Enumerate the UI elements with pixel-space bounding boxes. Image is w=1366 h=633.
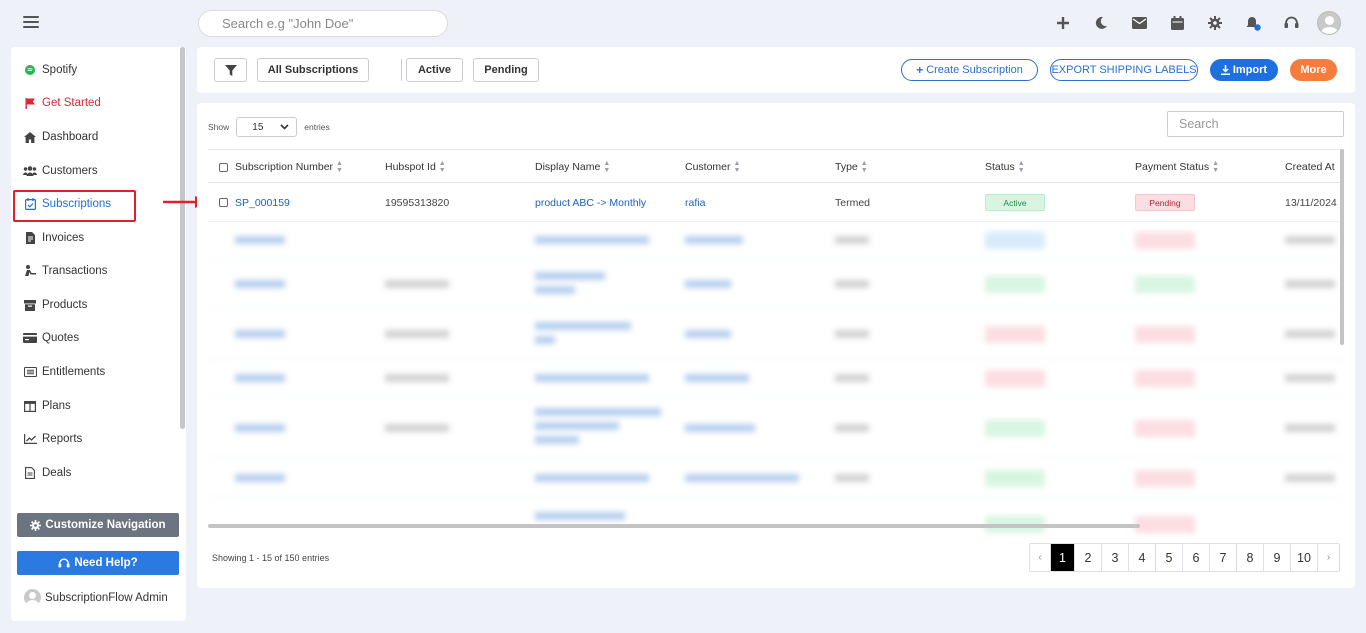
sidebar-item-transactions[interactable]: Transactions (23, 261, 107, 281)
prev-page-button[interactable]: ‹ (1030, 544, 1051, 571)
subscriptions-table-card: Show 15 entries Search Subscription Numb… (197, 103, 1355, 588)
table-row (208, 360, 1344, 398)
pending-filter-button[interactable]: Pending (473, 58, 539, 82)
card-icon (23, 332, 37, 344)
sidebar-item-label: Reports (42, 433, 83, 445)
table-row (208, 398, 1344, 458)
sidebar-item-products[interactable]: Products (23, 295, 87, 315)
page-2-button[interactable]: 2 (1075, 544, 1102, 571)
page-5-button[interactable]: 5 (1156, 544, 1183, 571)
export-shipping-labels-button[interactable]: EXPORT SHIPPING LABELS (1050, 59, 1198, 81)
columns-icon (23, 400, 37, 412)
customize-navigation-button[interactable]: Customize Navigation (17, 513, 179, 537)
admin-avatar-icon (24, 589, 41, 606)
sidebar-item-deals[interactable]: Deals (23, 463, 71, 483)
sidebar-item-quotes[interactable]: Quotes (23, 328, 79, 348)
headset-icon (58, 557, 70, 569)
mail-icon[interactable] (1120, 10, 1158, 36)
toolbar-divider (401, 59, 402, 81)
list-icon (23, 366, 37, 378)
sidebar-item-spotify[interactable]: Spotify (23, 60, 77, 80)
sidebar-item-dashboard[interactable]: Dashboard (23, 127, 98, 147)
page-10-button[interactable]: 10 (1291, 544, 1318, 571)
page-7-button[interactable]: 7 (1210, 544, 1237, 571)
page-9-button[interactable]: 9 (1264, 544, 1291, 571)
users-icon (23, 165, 37, 177)
sidebar-item-label: Dashboard (42, 131, 99, 143)
sidebar-item-customers[interactable]: Customers (23, 161, 98, 181)
hamburger-menu-icon[interactable] (23, 16, 39, 28)
home-icon (23, 131, 37, 143)
pagination: ‹ 1 2 3 4 5 6 7 8 9 10 › (1029, 543, 1340, 572)
blurred-table-rows (197, 103, 1355, 588)
sidebar-item-entitlements[interactable]: Entitlements (23, 362, 105, 382)
plus-icon: + (916, 63, 924, 77)
sidebar-item-label: Customers (42, 165, 98, 177)
page-8-button[interactable]: 8 (1237, 544, 1264, 571)
sidebar-item-label: Get Started (42, 97, 101, 109)
table-row (208, 260, 1344, 310)
page-6-button[interactable]: 6 (1183, 544, 1210, 571)
pagination-info: Showing 1 - 15 of 150 entries (212, 553, 330, 563)
need-help-button[interactable]: Need Help? (17, 551, 179, 575)
page-4-button[interactable]: 4 (1129, 544, 1156, 571)
document-icon (23, 467, 37, 479)
bell-icon[interactable] (1234, 10, 1272, 36)
sidebar-item-plans[interactable]: Plans (23, 396, 71, 416)
sidebar-item-label: Invoices (42, 232, 85, 244)
spotify-icon (23, 64, 37, 76)
sidebar-item-label: Products (42, 299, 88, 311)
plus-icon[interactable] (1044, 10, 1082, 36)
global-search-input[interactable]: Search e.g "John Doe" (198, 10, 448, 37)
download-icon (1220, 65, 1230, 75)
table-vertical-scrollbar[interactable] (1340, 149, 1344, 345)
top-icon-bar (1044, 10, 1348, 36)
gear-icon[interactable] (1196, 10, 1234, 36)
sidebar-item-label: Spotify (42, 64, 78, 76)
table-row (208, 310, 1344, 360)
create-subscription-button[interactable]: + Create Subscription (901, 59, 1038, 81)
sidebar-item-get-started[interactable]: Get Started (23, 93, 101, 113)
transfer-icon (23, 265, 37, 277)
sidebar-item-label: Deals (42, 467, 72, 479)
file-invoice-icon (23, 232, 37, 244)
table-row (208, 458, 1344, 498)
admin-name: SubscriptionFlow Admin (45, 591, 168, 604)
more-button[interactable]: More (1290, 59, 1337, 81)
table-row (208, 222, 1344, 260)
subscriptions-highlight-box (13, 190, 136, 222)
active-filter-button[interactable]: Active (406, 58, 463, 82)
import-button[interactable]: Import (1210, 59, 1278, 81)
sidebar-item-label: Entitlements (42, 366, 106, 378)
toolbar-card: All Subscriptions Active Pending + Creat… (197, 47, 1355, 93)
page-1-button[interactable]: 1 (1051, 544, 1075, 571)
moon-icon[interactable] (1082, 10, 1120, 36)
box-icon (23, 299, 37, 311)
sidebar-item-reports[interactable]: Reports (23, 429, 82, 449)
calendar-icon[interactable] (1158, 10, 1196, 36)
flag-icon (23, 97, 37, 109)
next-page-button[interactable]: › (1318, 544, 1339, 571)
gear-icon (30, 519, 42, 531)
sidebar-scrollbar[interactable] (180, 47, 185, 429)
page-3-button[interactable]: 3 (1102, 544, 1129, 571)
table-horizontal-scrollbar[interactable] (208, 524, 1140, 528)
filter-button[interactable] (214, 58, 247, 82)
user-avatar[interactable] (1310, 10, 1348, 36)
sidebar-item-invoices[interactable]: Invoices (23, 228, 84, 248)
sidebar-item-label: Transactions (42, 265, 108, 277)
sidebar-item-label: Quotes (42, 332, 80, 344)
all-subscriptions-button[interactable]: All Subscriptions (257, 58, 369, 82)
headset-icon[interactable] (1272, 10, 1310, 36)
admin-profile[interactable]: SubscriptionFlow Admin (24, 589, 168, 606)
filter-icon (224, 64, 237, 76)
sidebar-item-label: Plans (42, 400, 71, 412)
chart-icon (23, 433, 37, 445)
